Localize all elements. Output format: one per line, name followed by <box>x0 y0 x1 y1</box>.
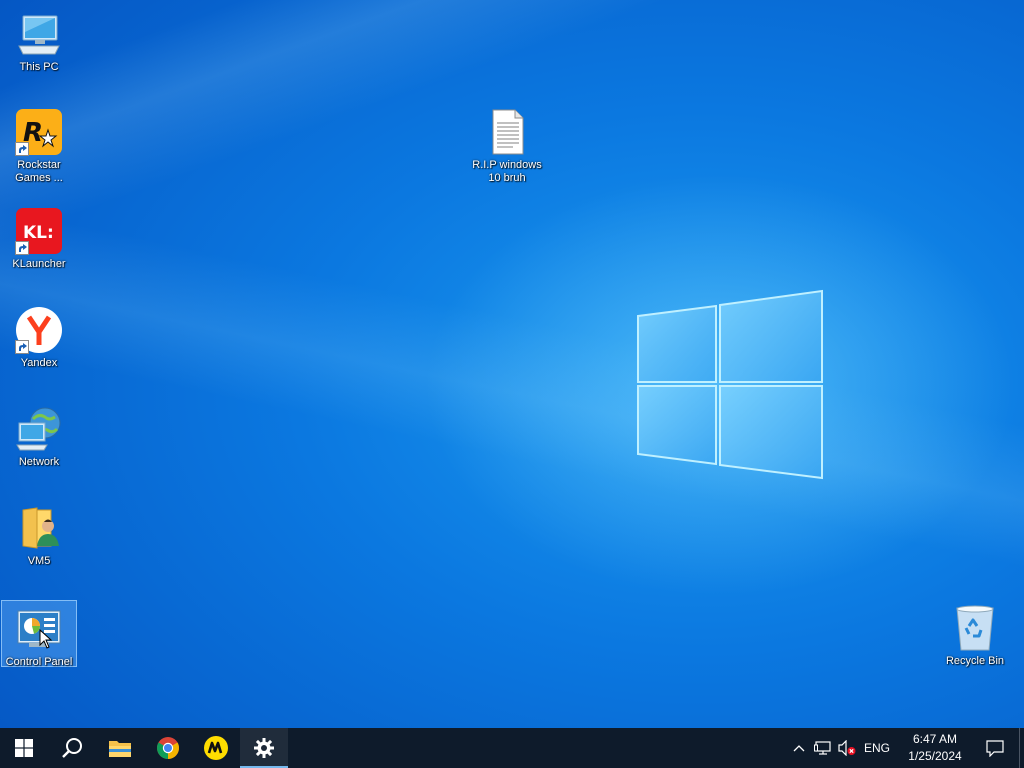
mouse-cursor-icon <box>39 629 53 649</box>
taskbar: ENG 6:47 AM 1/25/2024 <box>0 728 1024 768</box>
desktop-icon-this-pc[interactable]: This PC <box>1 6 77 74</box>
action-center-button[interactable] <box>975 728 1015 768</box>
desktop-icon-control-panel[interactable]: Control Panel <box>1 600 77 668</box>
control-panel-icon <box>15 605 63 653</box>
desktop-icon-network[interactable]: Network <box>1 401 77 469</box>
folder-icon <box>109 741 131 757</box>
chevron-up-icon <box>793 745 805 752</box>
this-pc-icon <box>15 10 63 58</box>
yandex-icon <box>15 306 63 354</box>
desktop-icon-klauncher[interactable]: KL: KLauncher <box>1 203 77 271</box>
ethernet-icon <box>814 741 831 755</box>
desktop-icon-label: VM5 <box>27 555 51 567</box>
text-document-icon <box>483 108 531 156</box>
show-hidden-icons-button[interactable] <box>787 728 811 768</box>
shortcut-arrow-icon <box>15 340 29 354</box>
volume-button[interactable] <box>835 728 859 768</box>
show-desktop-button[interactable] <box>1019 728 1024 768</box>
clock-date: 1/25/2024 <box>908 749 962 763</box>
klauncher-icon: KL: <box>15 207 63 255</box>
gear-icon <box>254 738 274 758</box>
system-tray: ENG 6:47 AM 1/25/2024 <box>787 728 1024 768</box>
recycle-bin-icon <box>951 604 999 652</box>
desktop-icon-label: Network <box>18 456 60 468</box>
clock-time: 6:47 AM <box>912 732 958 746</box>
taskbar-chrome[interactable] <box>144 728 192 768</box>
desktop-icon-label: R.I.P windows 10 bruh <box>472 159 542 184</box>
desktop-icon-label: Rockstar Games ... <box>15 159 63 184</box>
desktop-icon-rip-windows-10-bruh[interactable]: R.I.P windows 10 bruh <box>469 104 545 185</box>
network-icon <box>15 405 63 453</box>
notification-icon <box>986 739 1004 757</box>
desktop-icon-label: This PC <box>19 61 59 73</box>
taskbar-settings[interactable] <box>240 728 288 768</box>
windows-start-icon <box>15 739 33 757</box>
taskbar-yandex-market[interactable] <box>192 728 240 768</box>
klauncher-logo-text: KL: <box>23 223 54 243</box>
user-folder-icon <box>15 504 63 552</box>
search-button[interactable] <box>48 728 96 768</box>
desktop[interactable]: This PC R Rockstar Games ... KL: KLaunch… <box>0 0 1024 728</box>
desktop-icon-vm5[interactable]: VM5 <box>1 500 77 568</box>
yandex-market-icon <box>204 736 228 760</box>
desktop-icon-recycle-bin[interactable]: Recycle Bin <box>937 600 1013 668</box>
volume-muted-icon <box>838 740 856 756</box>
start-button[interactable] <box>0 728 48 768</box>
desktop-icon-label: KLauncher <box>12 258 66 270</box>
chrome-icon <box>157 737 179 759</box>
desktop-icon-rockstar-games[interactable]: R Rockstar Games ... <box>1 104 77 185</box>
shortcut-arrow-icon <box>15 142 29 156</box>
shortcut-arrow-icon <box>15 241 29 255</box>
taskbar-file-explorer[interactable] <box>96 728 144 768</box>
rockstar-games-icon: R <box>15 108 63 156</box>
windows-wallpaper-logo <box>637 289 823 480</box>
desktop-icon-label: Recycle Bin <box>945 655 1005 667</box>
desktop-icon-label: Control Panel <box>5 656 73 668</box>
clock[interactable]: 6:47 AM 1/25/2024 <box>895 728 975 768</box>
desktop-icon-yandex[interactable]: Yandex <box>1 302 77 370</box>
desktop-icon-label: Yandex <box>20 357 58 369</box>
input-language-indicator[interactable]: ENG <box>859 728 895 768</box>
search-icon <box>62 738 82 758</box>
network-status-button[interactable] <box>811 728 835 768</box>
